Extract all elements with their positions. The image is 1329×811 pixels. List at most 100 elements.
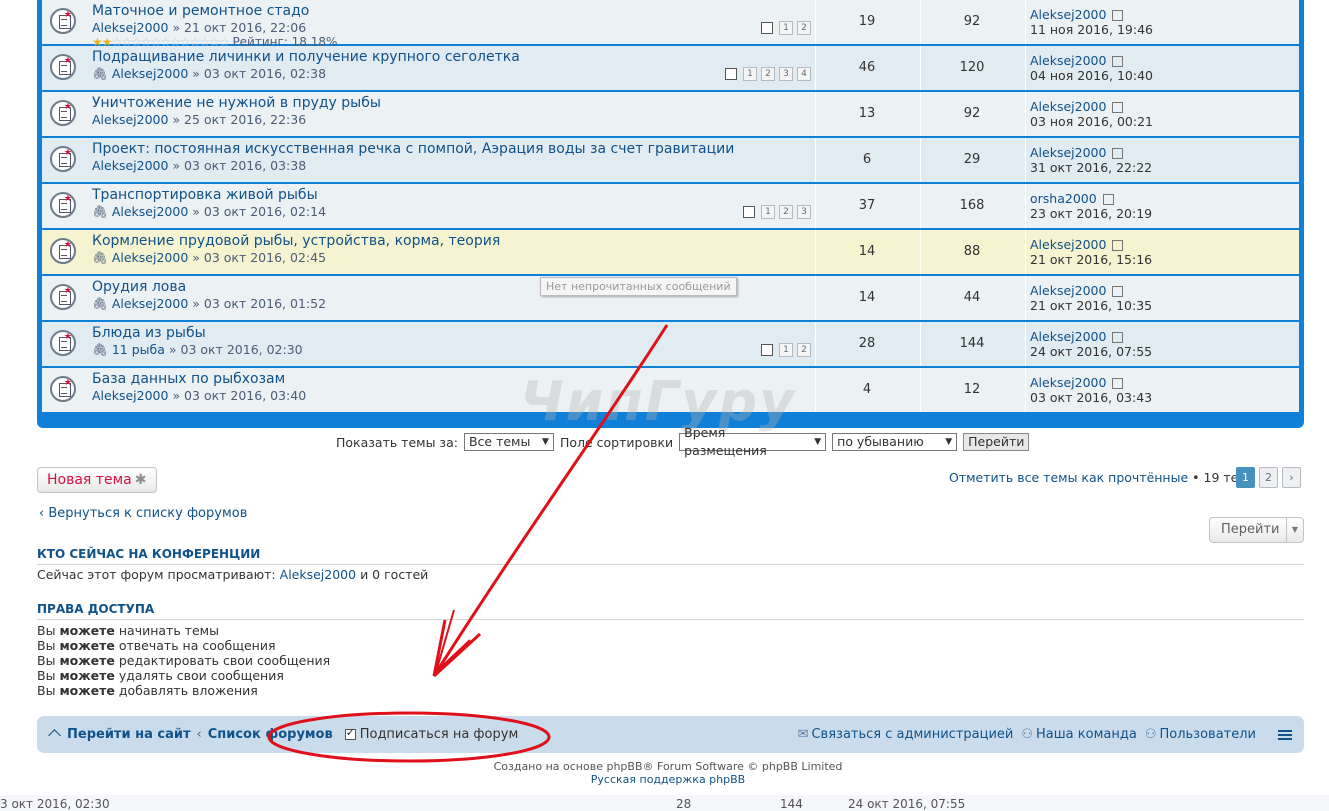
topic-page-link[interactable]: 1 <box>779 21 793 35</box>
paperclip-icon: 🖇 <box>92 204 112 219</box>
column-divider <box>920 276 921 320</box>
mark-all-read-link[interactable]: Отметить все темы как прочтённые <box>949 470 1188 485</box>
forum-index-link[interactable]: Список форумов <box>208 727 333 742</box>
members-link[interactable]: ⚇ Пользователи <box>1145 727 1256 742</box>
topic-author-link[interactable]: Aleksej2000 <box>92 112 168 127</box>
navbar-right: ✉ Связаться с администрацией ⚇ Наша команд… <box>798 727 1292 742</box>
topic-author-link[interactable]: Aleksej2000 <box>92 20 168 35</box>
replies-count: 4 <box>862 382 872 397</box>
topic-page-link[interactable]: 4 <box>797 67 811 81</box>
pages-icon <box>761 22 773 34</box>
topic-meta: 🖇 Aleksej2000 » 03 окт 2016, 02:38 <box>92 66 326 82</box>
topic-title-link[interactable]: Транспортировка живой рыбы <box>92 187 318 203</box>
topic-page-link[interactable]: 2 <box>797 21 811 35</box>
topic-author-link[interactable]: Aleksej2000 <box>112 66 188 81</box>
mark-read-area: Отметить все темы как прочтённые • 19 те… <box>949 470 1248 485</box>
topic-icon: ★ <box>50 376 76 402</box>
column-divider <box>1025 184 1026 228</box>
contact-admin-link[interactable]: ✉ Связаться с администрацией <box>798 727 1014 742</box>
go-to-post-icon[interactable] <box>1112 10 1124 21</box>
last-post-author-link[interactable]: Aleksej2000 <box>1030 99 1106 114</box>
topic-author-link[interactable]: 11 рыба <box>112 342 165 357</box>
column-divider <box>1025 46 1026 90</box>
topic-page-link[interactable]: 3 <box>779 67 793 81</box>
last-post: Aleksej2000 11 ноя 2016, 19:46 <box>1030 7 1153 37</box>
topic-author-link[interactable]: Aleksej2000 <box>92 388 168 403</box>
topic-page-link[interactable]: 2 <box>797 343 811 357</box>
chevron-right-icon: › <box>1289 471 1294 484</box>
topic-author-link[interactable]: Aleksej2000 <box>92 158 168 173</box>
topic-title-link[interactable]: Подращивание личинки и получение крупног… <box>92 49 520 65</box>
last-post-author-link[interactable]: Aleksej2000 <box>1030 53 1106 68</box>
menu-icon[interactable] <box>1278 729 1292 740</box>
last-post-author-link[interactable]: Aleksej2000 <box>1030 237 1106 252</box>
go-to-post-icon[interactable] <box>1112 102 1124 113</box>
star-icon: ★ <box>63 56 72 66</box>
topic-title-link[interactable]: Блюда из рыбы <box>92 325 206 341</box>
topic-title-link[interactable]: Орудия лова <box>92 279 186 295</box>
go-to-post-icon[interactable] <box>1102 194 1114 205</box>
topic-author-link[interactable]: Aleksej2000 <box>112 204 188 219</box>
topic-page-link[interactable]: 2 <box>761 67 775 81</box>
next-page-button[interactable]: › <box>1282 467 1301 488</box>
topic-page-link[interactable]: 1 <box>743 67 757 81</box>
replies-count: 37 <box>858 198 876 213</box>
last-post-author-link[interactable]: Aleksej2000 <box>1030 145 1106 160</box>
go-to-post-icon[interactable] <box>1112 56 1124 67</box>
column-divider <box>815 92 816 136</box>
topic-title-link[interactable]: Маточное и ремонтное стадо <box>92 3 309 19</box>
topic-row: ★ Проект: постоянная искусственная речка … <box>42 138 1299 183</box>
jump-to-button[interactable]: Перейти ▼ <box>1209 517 1304 543</box>
page-2-button[interactable]: 2 <box>1259 467 1278 488</box>
last-post-author-link[interactable]: Aleksej2000 <box>1030 329 1106 344</box>
russian-support-link[interactable]: Русская поддержка phpBB <box>0 773 1329 786</box>
go-to-post-icon[interactable] <box>1112 332 1124 343</box>
topic-icon: ★ <box>50 8 76 34</box>
page-1-button[interactable]: 1 <box>1236 467 1255 488</box>
topic-title-link[interactable]: Кормление прудовой рыбы, устройства, кор… <box>92 233 500 249</box>
asterisk-icon: ✱ <box>134 472 147 488</box>
topic-author-link[interactable]: Aleksej2000 <box>112 250 188 265</box>
topic-date: » 25 окт 2016, 22:36 <box>172 112 307 127</box>
sort-order-select[interactable]: по убыванию ▼ <box>832 433 958 451</box>
sort-field-select[interactable]: Время размещения ▼ <box>679 425 827 458</box>
views-count: 12 <box>963 382 981 397</box>
topic-page-link[interactable]: 3 <box>797 205 811 219</box>
topic-page-link[interactable]: 1 <box>779 343 793 357</box>
sort-field-label: Поле сортировки <box>559 434 674 450</box>
go-to-site-link[interactable]: Перейти на сайт <box>67 727 191 742</box>
subscribe-forum-link[interactable]: Подписаться на форум <box>344 726 518 742</box>
column-divider <box>1025 92 1026 136</box>
replies-count: 13 <box>858 106 876 121</box>
last-post-date: 11 ноя 2016, 19:46 <box>1030 22 1153 37</box>
topic-page-link[interactable]: 2 <box>779 205 793 219</box>
breadcrumb-separator: ‹ <box>196 727 202 742</box>
online-user-link[interactable]: Aleksej2000 <box>280 567 356 582</box>
last-post-author-link[interactable]: Aleksej2000 <box>1030 7 1106 22</box>
topic-title-link[interactable]: Проект: постоянная искусственная речка с… <box>92 141 734 157</box>
views-count: 168 <box>959 198 985 213</box>
go-to-post-icon[interactable] <box>1112 148 1124 159</box>
topic-title-link[interactable]: База данных по рыбхозам <box>92 371 285 387</box>
footer-navbar: Перейти на сайт ‹ Список форумов Подписа… <box>37 716 1304 753</box>
back-to-forums-link[interactable]: ‹ Вернуться к списку форумов <box>39 506 247 521</box>
last-post-author-link[interactable]: Aleksej2000 <box>1030 283 1106 298</box>
last-post-author-link[interactable]: Aleksej2000 <box>1030 375 1106 390</box>
last-post-author-link[interactable]: orsha2000 <box>1030 191 1097 206</box>
sort-go-button[interactable]: Перейти <box>963 433 1030 451</box>
new-topic-button[interactable]: Новая тема ✱ <box>37 467 157 493</box>
views-count: 92 <box>963 14 981 29</box>
tooltip: Нет непрочитанных сообщений <box>540 277 737 296</box>
topic-page-link[interactable]: 1 <box>761 205 775 219</box>
last-post: Aleksej2000 04 ноя 2016, 10:40 <box>1030 53 1153 83</box>
show-topics-select[interactable]: Все темы ▼ <box>463 433 554 451</box>
go-to-post-icon[interactable] <box>1112 286 1124 297</box>
topic-author-link[interactable]: Aleksej2000 <box>112 296 188 311</box>
team-link[interactable]: ⚇ Наша команда <box>1021 727 1136 742</box>
go-to-post-icon[interactable] <box>1112 240 1124 251</box>
topic-row: ★ Блюда из рыбы 🖇 11 рыба » 03 окт 2016, 0… <box>42 322 1299 367</box>
go-to-post-icon[interactable] <box>1112 378 1124 389</box>
column-divider <box>1025 322 1026 366</box>
topic-title-link[interactable]: Уничтожение не нужной в пруду рыбы <box>92 95 381 111</box>
permission-item: Вы можете добавлять вложения <box>37 683 258 698</box>
